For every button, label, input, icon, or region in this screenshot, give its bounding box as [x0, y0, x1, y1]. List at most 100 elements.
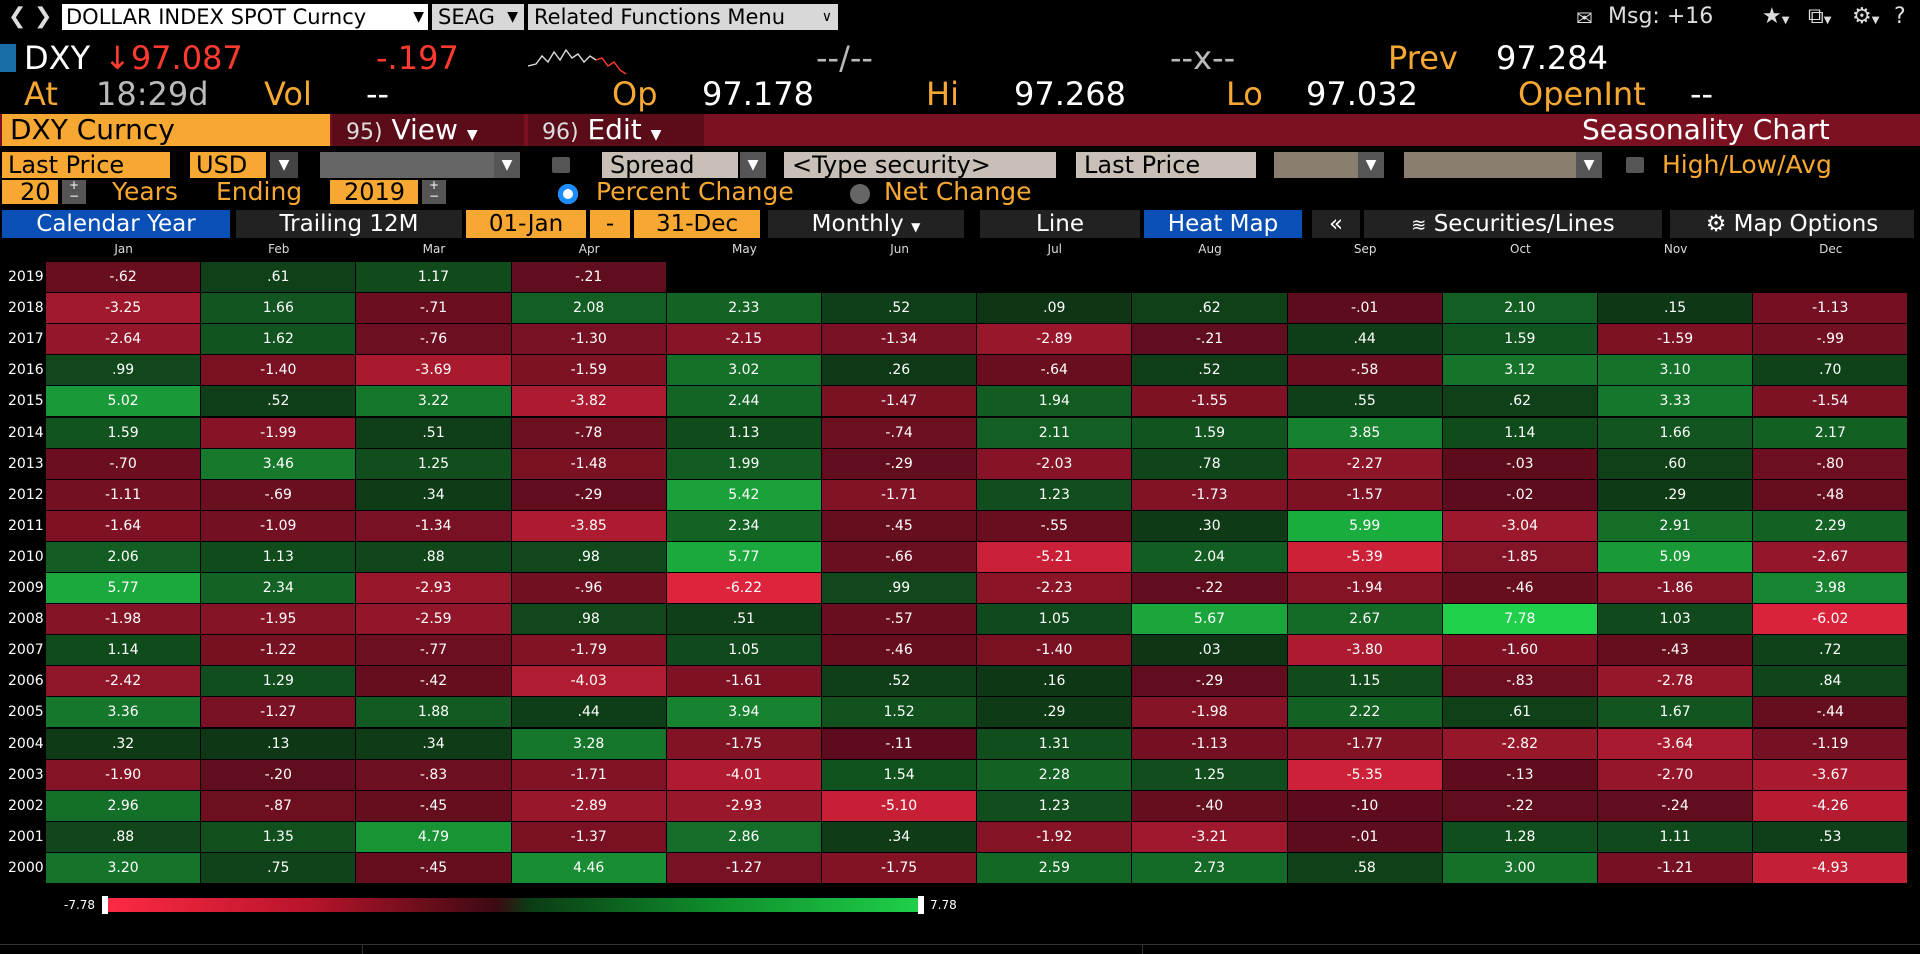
securities-lines-button[interactable]: ≋ Securities/Lines: [1364, 210, 1662, 238]
years-input[interactable]: 20: [2, 180, 58, 204]
heatmap-cell[interactable]: -1.22: [201, 635, 357, 667]
heatmap-cell[interactable]: 2.04: [1132, 541, 1288, 573]
heatmap-cell[interactable]: -.74: [822, 417, 978, 449]
heatmap-cell[interactable]: 1.11: [1598, 821, 1754, 853]
heatmap-cell[interactable]: .52: [822, 666, 978, 698]
heatmap-cell[interactable]: -.96: [511, 573, 667, 605]
heatmap-cell[interactable]: -3.69: [356, 355, 512, 387]
heatmap-cell[interactable]: -.57: [822, 604, 978, 636]
heatmap-cell[interactable]: 1.62: [201, 324, 357, 356]
heatmap-cell[interactable]: 1.54: [822, 759, 978, 791]
heatmap-cell[interactable]: -.64: [977, 355, 1133, 387]
heatmap-cell[interactable]: 4.79: [356, 821, 512, 853]
heatmap-cell[interactable]: .75: [201, 852, 357, 884]
currency-select[interactable]: USD: [190, 152, 266, 178]
heatmap-cell[interactable]: -1.34: [822, 324, 978, 356]
heatmap-cell[interactable]: .52: [201, 386, 357, 418]
heatmap-cell[interactable]: 3.02: [666, 355, 822, 387]
heatmap-cell[interactable]: -1.40: [201, 355, 357, 387]
tab-line[interactable]: Line: [980, 210, 1140, 238]
heatmap-cell[interactable]: -1.98: [1132, 697, 1288, 729]
heatmap-cell[interactable]: -3.85: [511, 510, 667, 542]
heatmap-cell[interactable]: -1.55: [1132, 386, 1288, 418]
heatmap-cell[interactable]: 1.59: [46, 417, 202, 449]
heatmap-cell[interactable]: -.80: [1753, 448, 1909, 480]
type-security-input[interactable]: <Type security>: [784, 152, 1056, 178]
heatmap-cell[interactable]: .15: [1598, 293, 1754, 325]
tab-calendar-year[interactable]: Calendar Year: [2, 210, 230, 238]
heatmap-cell[interactable]: 1.94: [977, 386, 1133, 418]
heatmap-cell[interactable]: 7.78: [1442, 604, 1598, 636]
heatmap-cell[interactable]: -.13: [1442, 759, 1598, 791]
heatmap-cell[interactable]: 1.66: [1598, 417, 1754, 449]
heatmap-cell[interactable]: -1.86: [1598, 573, 1754, 605]
start-date-input[interactable]: 01-Jan: [466, 210, 586, 238]
heatmap-cell[interactable]: -.22: [1132, 573, 1288, 605]
heatmap-cell[interactable]: 3.20: [46, 852, 202, 884]
heatmap-cell[interactable]: 3.22: [356, 386, 512, 418]
heatmap-cell[interactable]: .61: [201, 262, 357, 294]
heatmap-cell[interactable]: -1.92: [977, 821, 1133, 853]
heatmap-cell[interactable]: .98: [511, 604, 667, 636]
heatmap-cell[interactable]: -1.71: [822, 479, 978, 511]
heatmap-cell[interactable]: -3.67: [1753, 759, 1909, 791]
secondary-field-input[interactable]: [320, 152, 494, 178]
envelope-icon[interactable]: ✉: [1576, 6, 1593, 30]
heatmap-cell[interactable]: 4.46: [511, 852, 667, 884]
heatmap-cell[interactable]: 2.10: [1442, 293, 1598, 325]
heatmap-cell[interactable]: -5.21: [977, 541, 1133, 573]
heatmap-cell[interactable]: .72: [1753, 635, 1909, 667]
heatmap-cell[interactable]: -.24: [1598, 790, 1754, 822]
heatmap-cell[interactable]: -4.26: [1753, 790, 1909, 822]
heatmap-cell[interactable]: 2.73: [1132, 852, 1288, 884]
heatmap-cell[interactable]: -.45: [822, 510, 978, 542]
heatmap-cell[interactable]: -1.60: [1442, 635, 1598, 667]
heatmap-cell[interactable]: -1.19: [1753, 728, 1909, 760]
back-arrow-icon[interactable]: ❮: [8, 4, 26, 29]
heatmap-cell[interactable]: .61: [1442, 697, 1598, 729]
heatmap-cell[interactable]: -.01: [1287, 293, 1443, 325]
heatmap-cell[interactable]: -6.22: [666, 573, 822, 605]
view-menu[interactable]: 95) View ▼: [332, 114, 524, 146]
heatmap-cell[interactable]: .53: [1753, 821, 1909, 853]
heatmap-cell[interactable]: -2.23: [977, 573, 1133, 605]
tab-trailing-12m[interactable]: Trailing 12M: [236, 210, 462, 238]
heatmap-cell[interactable]: .51: [666, 604, 822, 636]
heatmap-cell[interactable]: .88: [356, 541, 512, 573]
heatmap-cell[interactable]: .26: [822, 355, 978, 387]
compare-extra-input[interactable]: [1404, 152, 1576, 178]
heatmap-cell[interactable]: 2.91: [1598, 510, 1754, 542]
heatmap-cell[interactable]: .29: [1598, 479, 1754, 511]
heatmap-cell[interactable]: -.62: [46, 262, 202, 294]
heatmap-cell[interactable]: 1.15: [1287, 666, 1443, 698]
heatmap-cell[interactable]: -1.90: [46, 759, 202, 791]
heatmap-cell[interactable]: -1.09: [201, 510, 357, 542]
heatmap-cell[interactable]: -2.93: [356, 573, 512, 605]
heatmap-cell[interactable]: 2.22: [1287, 697, 1443, 729]
heatmap-cell[interactable]: 3.36: [46, 697, 202, 729]
heatmap-cell[interactable]: -1.94: [1287, 573, 1443, 605]
heatmap-cell[interactable]: .29: [977, 697, 1133, 729]
function-select[interactable]: SEAG ▼: [432, 4, 524, 30]
heatmap-cell[interactable]: -1.99: [201, 417, 357, 449]
heatmap-cell[interactable]: .32: [46, 728, 202, 760]
heatmap-cell[interactable]: -.58: [1287, 355, 1443, 387]
compare-field-select[interactable]: Last Price: [1076, 152, 1256, 178]
heatmap-cell[interactable]: -1.59: [511, 355, 667, 387]
heatmap-cell[interactable]: -2.67: [1753, 541, 1909, 573]
heatmap-cell[interactable]: -.22: [1442, 790, 1598, 822]
heatmap-cell[interactable]: .30: [1132, 510, 1288, 542]
heatmap-cell[interactable]: -.69: [201, 479, 357, 511]
heatmap-cell[interactable]: 5.99: [1287, 510, 1443, 542]
heatmap-cell[interactable]: -.29: [511, 479, 667, 511]
heatmap-cell[interactable]: -3.25: [46, 293, 202, 325]
messages-count[interactable]: Msg: +16: [1608, 4, 1713, 29]
heatmap-cell[interactable]: -3.64: [1598, 728, 1754, 760]
heatmap-cell[interactable]: 1.14: [1442, 417, 1598, 449]
heatmap-cell[interactable]: -3.04: [1442, 510, 1598, 542]
heatmap-cell[interactable]: 3.46: [201, 448, 357, 480]
heatmap-cell[interactable]: .09: [977, 293, 1133, 325]
heatmap-cell[interactable]: -1.73: [1132, 479, 1288, 511]
heatmap-cell[interactable]: 2.28: [977, 759, 1133, 791]
compare-extra-dropdown[interactable]: ▼: [1576, 152, 1602, 178]
